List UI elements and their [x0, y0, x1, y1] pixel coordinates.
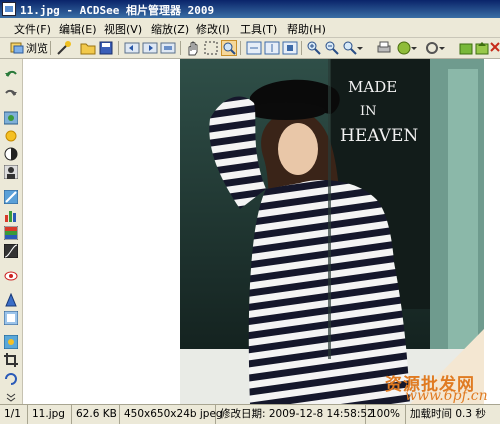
- red-eye-icon[interactable]: [4, 111, 18, 125]
- menu-edit[interactable]: 编辑(E): [59, 21, 97, 37]
- chevron-down-icon[interactable]: [356, 40, 364, 56]
- window-title: 11.jpg - ACDSee 相片管理器 2009: [20, 4, 215, 17]
- undo-icon[interactable]: [4, 67, 18, 81]
- select-tool-icon[interactable]: [203, 40, 219, 56]
- status-modified-date: 修改日期: 2009-12-8 14:58:52: [216, 405, 374, 424]
- print-icon[interactable]: [376, 40, 392, 56]
- app-icon[interactable]: [2, 2, 16, 16]
- status-filename: 11.jpg: [28, 405, 72, 424]
- slideshow-icon[interactable]: [160, 40, 176, 56]
- rotate-tool-icon[interactable]: [4, 371, 18, 385]
- toolbar-separator: [180, 41, 181, 55]
- sign-text-made: MADE: [348, 78, 397, 96]
- chevron-down-icon[interactable]: [410, 40, 418, 56]
- frame-icon[interactable]: [4, 335, 18, 349]
- light-icon[interactable]: [4, 129, 18, 143]
- edit-sidebar: [0, 59, 23, 404]
- menu-zoom[interactable]: 缩放(Z): [151, 21, 189, 37]
- chevron-down-icon[interactable]: [438, 40, 446, 56]
- browse-label: 浏览: [26, 42, 48, 55]
- red-eye-reduction-icon[interactable]: [4, 269, 18, 283]
- color-balance-icon[interactable]: [4, 190, 18, 204]
- upload-icon[interactable]: [474, 40, 490, 56]
- toolbar-separator: [240, 41, 241, 55]
- menu-file[interactable]: 文件(F): [14, 21, 51, 37]
- crop-icon[interactable]: [4, 353, 18, 367]
- chevron-down-icon[interactable]: [4, 392, 18, 402]
- magic-wand-icon[interactable]: [56, 40, 72, 56]
- photo-image: MADE IN HEAVEN: [180, 59, 484, 404]
- levels-icon[interactable]: [4, 226, 18, 240]
- title-bar: 11.jpg - ACDSee 相片管理器 2009: [0, 0, 500, 18]
- browse-icon: [10, 42, 24, 54]
- previous-image-icon[interactable]: [124, 40, 140, 56]
- toolbar-separator: [118, 41, 119, 55]
- contrast-icon[interactable]: [4, 147, 18, 161]
- toolbar: 浏览: [0, 38, 500, 59]
- status-zoom: 100%: [366, 405, 406, 424]
- status-dimensions: 450x650x24b jpeg: [120, 405, 223, 424]
- zoom-tool-icon[interactable]: [221, 40, 237, 56]
- close-icon[interactable]: [490, 40, 500, 56]
- browse-button[interactable]: 浏览: [10, 40, 48, 56]
- toolbar-separator: [301, 41, 302, 55]
- fit-height-icon[interactable]: [264, 40, 280, 56]
- effects-icon[interactable]: [4, 311, 18, 325]
- save-icon[interactable]: [98, 40, 114, 56]
- zoom-out-icon[interactable]: [324, 40, 340, 56]
- menu-bar: 文件(F) 编辑(E) 视图(V) 缩放(Z) 修改(I) 工具(T) 帮助(H…: [0, 18, 500, 38]
- sharpen-icon[interactable]: [4, 293, 18, 307]
- menu-tools[interactable]: 工具(T): [240, 21, 277, 37]
- curves-icon[interactable]: [4, 244, 18, 258]
- next-image-icon[interactable]: [142, 40, 158, 56]
- menu-view[interactable]: 视图(V): [104, 21, 142, 37]
- photo: MADE IN HEAVEN: [180, 59, 484, 404]
- redo-icon[interactable]: [4, 86, 18, 100]
- status-bar: 1/1 11.jpg 62.6 KB 450x650x24b jpeg 修改日期…: [0, 404, 500, 424]
- menu-help[interactable]: 帮助(H): [287, 21, 326, 37]
- menu-modify[interactable]: 修改(I): [196, 21, 230, 37]
- watermark-url: www.6pf.cn: [405, 388, 488, 404]
- open-folder-icon[interactable]: [80, 40, 96, 56]
- status-filesize: 62.6 KB: [72, 405, 120, 424]
- status-load-time: 加载时间 0.3 秒: [410, 408, 486, 420]
- fit-width-icon[interactable]: [246, 40, 262, 56]
- toolbar-separator: [50, 41, 51, 55]
- export-icon[interactable]: [458, 40, 474, 56]
- sign-text-heaven: HEAVEN: [340, 126, 418, 146]
- hand-tool-icon[interactable]: [185, 40, 201, 56]
- sign-text-in: IN: [360, 104, 377, 119]
- portrait-icon[interactable]: [4, 165, 18, 179]
- image-viewer[interactable]: MADE IN HEAVEN: [23, 59, 500, 404]
- actual-size-icon[interactable]: [282, 40, 298, 56]
- histogram-icon[interactable]: [4, 208, 18, 222]
- zoom-in-icon[interactable]: [306, 40, 322, 56]
- status-position: 1/1: [0, 405, 28, 424]
